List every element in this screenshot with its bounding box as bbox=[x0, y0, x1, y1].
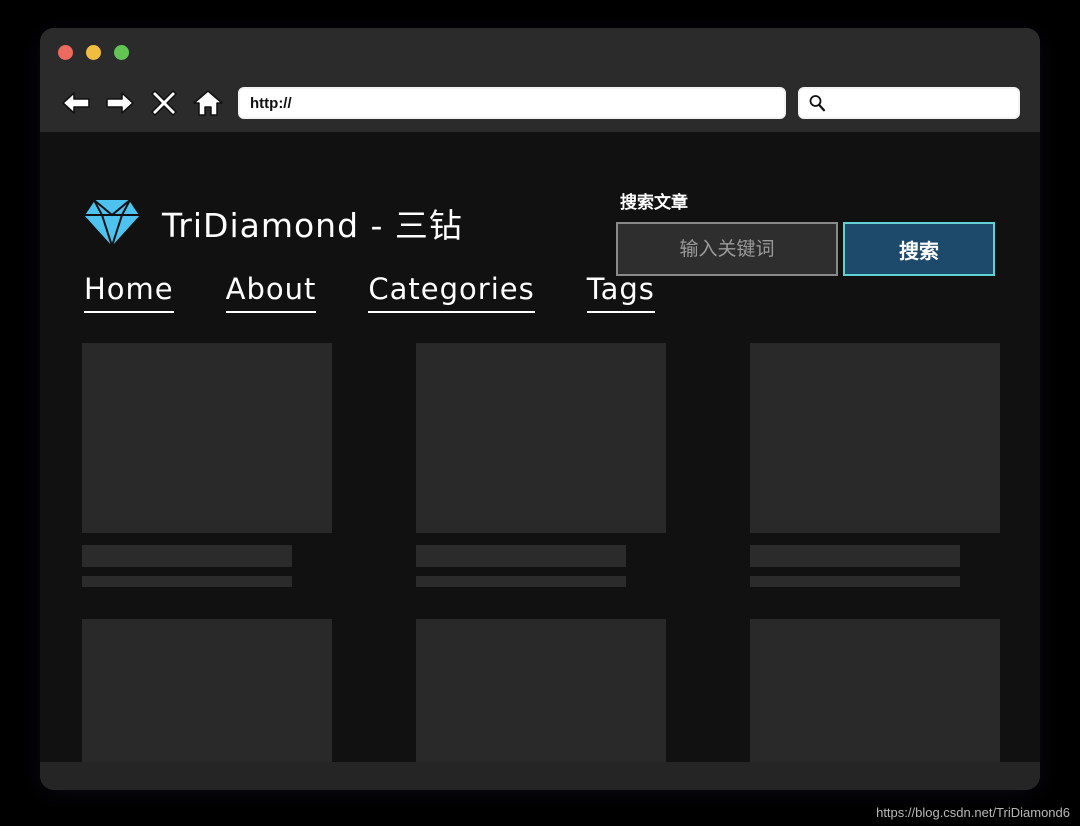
url-text: http:// bbox=[250, 94, 292, 112]
search-row: 搜索 bbox=[616, 222, 998, 276]
article-skeleton-grid bbox=[82, 343, 1000, 790]
screenshot-root: http:// TriDiamond - 三钻 搜索文章 输入关键词 搜索 Ho… bbox=[0, 0, 1080, 826]
browser-url-bar[interactable]: http:// bbox=[238, 87, 786, 119]
traffic-light-buttons bbox=[58, 45, 129, 60]
skeleton-thumbnail bbox=[82, 343, 332, 533]
site-brand[interactable]: TriDiamond - 三钻 bbox=[82, 196, 463, 250]
home-icon[interactable] bbox=[186, 83, 230, 123]
browser-titlebar: http:// bbox=[40, 28, 1040, 132]
skeleton-thumbnail bbox=[750, 343, 1000, 533]
search-keyword-input[interactable] bbox=[616, 222, 838, 276]
skeleton-subtitle-line bbox=[750, 576, 960, 587]
window-footer-strip bbox=[40, 762, 1040, 790]
skeleton-subtitle-line bbox=[82, 576, 292, 587]
site-nav-menu: Home About Categories Tags bbox=[82, 272, 998, 313]
article-search-panel: 搜索文章 搜索 bbox=[616, 188, 998, 276]
skeleton-title-line bbox=[750, 545, 960, 567]
minimize-window-button[interactable] bbox=[86, 45, 101, 60]
browser-search-field[interactable] bbox=[798, 87, 1020, 119]
maximize-window-button[interactable] bbox=[114, 45, 129, 60]
watermark-text: https://blog.csdn.net/TriDiamond6 bbox=[876, 805, 1070, 820]
diamond-icon bbox=[83, 199, 141, 250]
back-arrow-icon[interactable] bbox=[54, 83, 98, 123]
nav-link-home[interactable]: Home bbox=[84, 272, 174, 313]
nav-link-categories[interactable]: Categories bbox=[368, 272, 535, 313]
site-title: TriDiamond - 三钻 bbox=[162, 206, 463, 245]
close-window-button[interactable] bbox=[58, 45, 73, 60]
skeleton-title-line bbox=[82, 545, 292, 567]
skeleton-subtitle-line bbox=[416, 576, 626, 587]
skeleton-title-line bbox=[416, 545, 626, 567]
skeleton-card bbox=[750, 343, 1000, 587]
browser-toolbar: http:// bbox=[40, 74, 1040, 132]
stop-x-icon[interactable] bbox=[142, 83, 186, 123]
magnifier-icon bbox=[809, 95, 826, 112]
forward-arrow-icon[interactable] bbox=[98, 83, 142, 123]
page-viewport: TriDiamond - 三钻 搜索文章 搜索 Home About Categ… bbox=[40, 132, 1040, 790]
nav-link-about[interactable]: About bbox=[225, 272, 317, 313]
page-content: TriDiamond - 三钻 搜索文章 搜索 Home About Categ… bbox=[40, 132, 1040, 790]
search-panel-label: 搜索文章 bbox=[620, 193, 688, 212]
browser-window: http:// TriDiamond - 三钻 搜索文章 输入关键词 搜索 Ho… bbox=[40, 28, 1040, 790]
search-submit-button[interactable]: 搜索 bbox=[843, 222, 995, 276]
skeleton-thumbnail bbox=[416, 343, 666, 533]
skeleton-card bbox=[82, 343, 332, 587]
site-header: TriDiamond - 三钻 搜索文章 搜索 bbox=[82, 132, 998, 276]
skeleton-card bbox=[416, 343, 666, 587]
nav-link-tags[interactable]: Tags bbox=[586, 272, 655, 313]
